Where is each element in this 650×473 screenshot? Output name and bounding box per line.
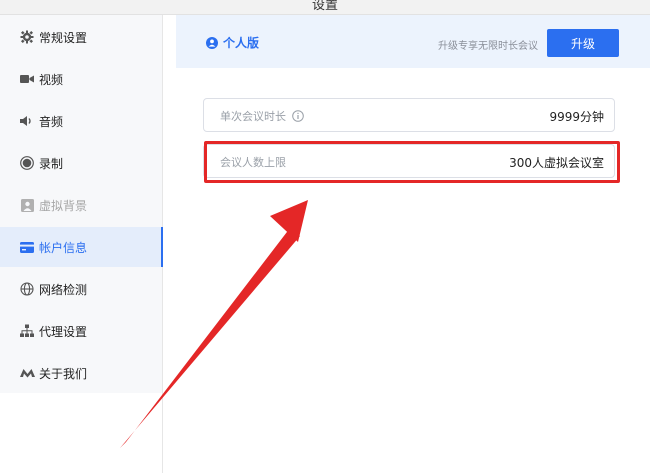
sidebar-item-label: 虚拟背景 (39, 198, 88, 213)
sidebar-item-proxy[interactable]: 代理设置 (0, 311, 162, 351)
card-icon (19, 239, 35, 255)
participant-limit-field: 会议人数上限 300人虚拟会议室 (203, 144, 615, 178)
sidebar-item-network-test[interactable]: 网络检测 (0, 269, 162, 309)
sidebar-item-record[interactable]: 录制 (0, 143, 162, 183)
meeting-duration-value: 9999分钟 (549, 110, 604, 124)
user-circle-icon (206, 36, 218, 49)
sidebar-item-label: 帐户信息 (39, 240, 88, 255)
info-icon[interactable] (292, 110, 304, 122)
settings-sidebar: 常规设置 视频 音频 录制 虚拟背景 帐户信息 网络检测 代理设置 关于我们 (0, 15, 163, 473)
upgrade-button[interactable]: 升级 (547, 29, 619, 57)
sidebar-item-label: 网络检测 (39, 282, 88, 297)
upgrade-hint: 升级专享无限时长会议 (438, 41, 538, 52)
account-banner: 个人版 升级专享无限时长会议 升级 (176, 15, 650, 68)
edition-label: 个人版 (223, 36, 260, 50)
sidebar-item-account-info[interactable]: 帐户信息 (0, 227, 163, 267)
sidebar-item-label: 音频 (39, 114, 64, 129)
logo-icon (19, 365, 35, 381)
sidebar-item-label: 关于我们 (39, 366, 88, 381)
globe-icon (19, 281, 35, 297)
window-titlebar: 设置 (0, 0, 650, 15)
participant-limit-label: 会议人数上限 (220, 156, 286, 169)
sidebar-footer-area (0, 393, 162, 473)
sidebar-item-audio[interactable]: 音频 (0, 101, 162, 141)
sidebar-item-label: 视频 (39, 72, 64, 87)
window-title: 设置 (311, 0, 338, 13)
virtual-background-icon (19, 197, 35, 213)
speaker-icon (19, 113, 35, 129)
record-icon (19, 155, 35, 171)
edition-badge: 个人版 (206, 34, 259, 51)
meeting-duration-field: 单次会议时长 9999分钟 (203, 98, 615, 132)
sidebar-item-about[interactable]: 关于我们 (0, 353, 162, 393)
meeting-duration-label-group: 单次会议时长 (220, 108, 304, 124)
sidebar-item-label: 录制 (39, 156, 64, 171)
sidebar-item-label: 代理设置 (39, 324, 88, 339)
video-camera-icon (19, 71, 35, 87)
meeting-duration-label: 单次会议时长 (220, 110, 286, 123)
gear-icon (19, 29, 35, 45)
participant-limit-value: 300人虚拟会议室 (509, 156, 604, 170)
sidebar-item-general[interactable]: 常规设置 (0, 17, 162, 57)
network-tree-icon (19, 323, 35, 339)
sidebar-item-virtual-background[interactable]: 虚拟背景 (0, 185, 162, 225)
sidebar-item-label: 常规设置 (39, 30, 88, 45)
sidebar-item-video[interactable]: 视频 (0, 59, 162, 99)
